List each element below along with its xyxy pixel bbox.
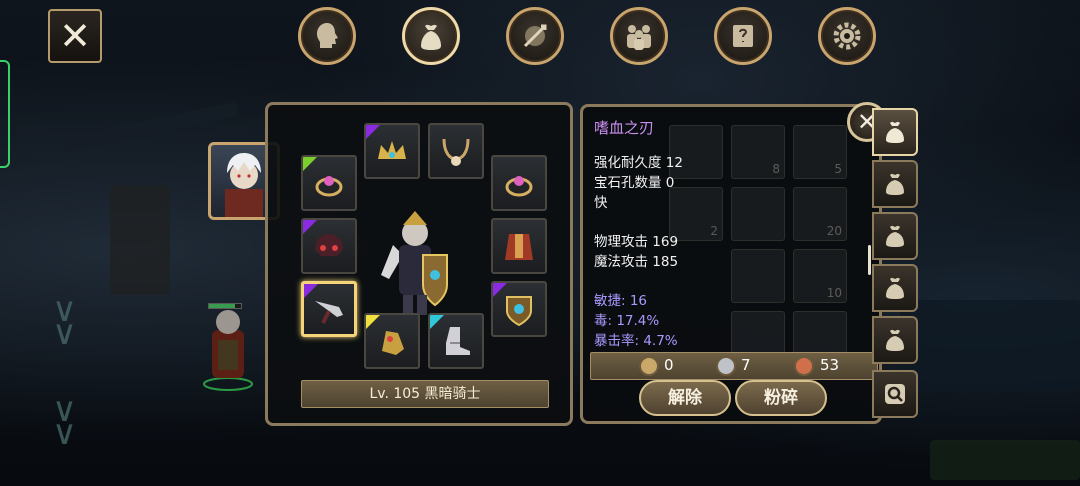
bag-slot xyxy=(731,249,785,303)
bag-icon xyxy=(886,225,904,247)
stat-speed: 快 xyxy=(594,195,608,211)
tab-quests[interactable] xyxy=(714,7,772,65)
silver-amount: 7 xyxy=(741,356,751,374)
bag-icon xyxy=(421,24,441,50)
bag-slot: 10 xyxy=(793,249,847,303)
stat-poison: 毒: 17.4% xyxy=(594,313,660,329)
stat-gem-sockets: 宝石孔数量 0 xyxy=(594,175,675,191)
bag-slot: 5 xyxy=(793,125,847,179)
bag-search-tab[interactable] xyxy=(872,370,918,418)
bag-tab-4[interactable] xyxy=(872,264,918,312)
equip-slot-boots[interactable] xyxy=(428,313,484,369)
bag-slot: 20 xyxy=(793,187,847,241)
gold-coin-icon xyxy=(639,356,659,376)
scroll-icon xyxy=(733,25,753,47)
bag-slot: 8 xyxy=(731,125,785,179)
equip-slot-ring-left[interactable] xyxy=(301,155,357,211)
bag-icon xyxy=(886,277,904,299)
equip-slot-armor[interactable] xyxy=(491,218,547,274)
equip-slot-necklace[interactable] xyxy=(428,123,484,179)
tab-party[interactable] xyxy=(610,7,668,65)
close-button[interactable]: ✕ xyxy=(48,9,102,63)
stat-magic-attack: 魔法攻击 185 xyxy=(594,254,679,270)
cloak-armor-icon xyxy=(505,234,533,260)
sword-burst-icon xyxy=(523,24,547,48)
stat-agility: 敏捷: 16 xyxy=(594,293,648,309)
scrollbar-thumb[interactable] xyxy=(868,245,871,275)
silver-coin-icon xyxy=(716,356,736,376)
item-detail-panel: 8 5 2 20 10 嗜血之刃 强化耐久度 12 宝石孔数量 0 快 物理攻击… xyxy=(580,104,882,424)
bag-tab-1[interactable] xyxy=(872,108,918,156)
equip-slot-crown[interactable] xyxy=(364,123,420,179)
currency-bar: 0 7 53 xyxy=(590,352,878,380)
tab-profile[interactable] xyxy=(298,7,356,65)
tab-settings[interactable] xyxy=(818,7,876,65)
head-silhouette-icon xyxy=(317,23,338,48)
bag-tab-5[interactable] xyxy=(872,316,918,364)
character-equipped-sprite xyxy=(381,211,448,315)
gold-amount: 0 xyxy=(664,356,674,374)
bag-tab-3[interactable] xyxy=(872,212,918,260)
equip-slot-ring-right[interactable] xyxy=(491,155,547,211)
bag-icon xyxy=(886,121,904,143)
stat-physical-attack: 物理攻击 169 xyxy=(594,234,679,250)
copper-coin-icon xyxy=(794,356,814,376)
equip-slot-shield[interactable] xyxy=(491,281,547,337)
side-edge-tab[interactable] xyxy=(0,60,10,168)
tab-inventory[interactable] xyxy=(402,7,460,65)
copper-amount: 53 xyxy=(820,356,840,374)
equip-slot-helmet[interactable] xyxy=(301,218,357,274)
item-name: 嗜血之刃 xyxy=(594,119,655,137)
bag-tab-2[interactable] xyxy=(872,160,918,208)
equip-slot-gloves[interactable] xyxy=(364,313,420,369)
bag-slot xyxy=(731,187,785,241)
magnifier-icon xyxy=(885,384,905,404)
stat-crit-rate: 暴击率: 4.7% xyxy=(594,333,678,349)
group-people-icon xyxy=(627,25,651,50)
stat-enhance-durability: 强化耐久度 12 xyxy=(594,155,683,171)
gear-icon xyxy=(833,22,861,50)
bag-icon xyxy=(886,173,904,195)
tab-skills[interactable] xyxy=(506,7,564,65)
ring-icon xyxy=(505,176,533,197)
character-level-label: Lv. 105 黑暗骑士 xyxy=(301,380,549,408)
x-icon: ✕ xyxy=(59,14,91,58)
smash-button[interactable]: 粉碎 xyxy=(735,380,827,416)
equipment-panel: Lv. 105 黑暗骑士 xyxy=(265,102,573,426)
equip-slot-weapon[interactable] xyxy=(301,281,357,337)
necklace-icon xyxy=(442,138,470,166)
bag-icon xyxy=(886,329,904,351)
unequip-button[interactable]: 解除 xyxy=(639,380,731,416)
